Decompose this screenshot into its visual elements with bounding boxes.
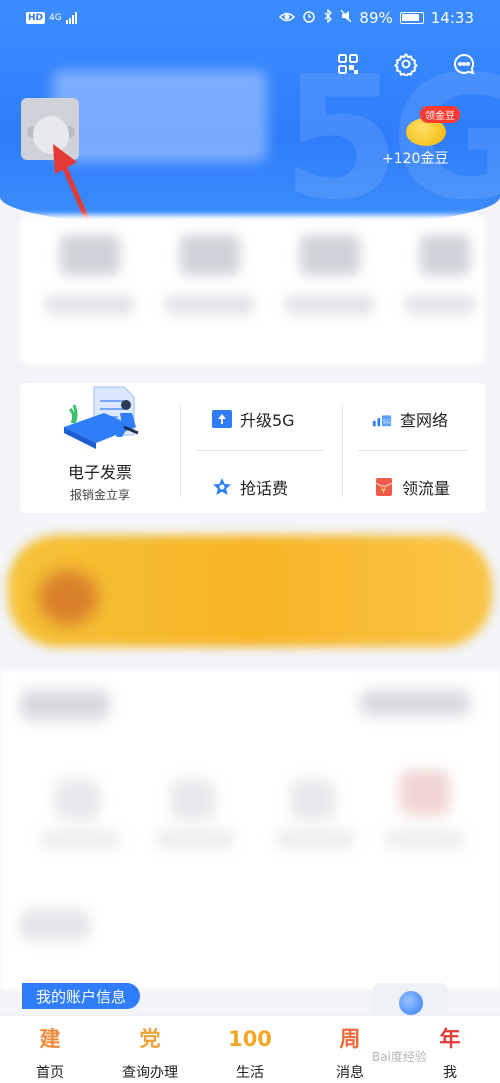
svg-text:¥: ¥ [381,486,386,495]
star-icon [212,477,232,497]
eye-icon [279,9,296,27]
battery-icon [399,12,424,24]
divider [358,450,468,451]
messages-tab-icon: 周 [339,1026,361,1051]
divider [196,450,324,451]
bluetooth-icon [323,8,333,27]
menu-item-label: 抢话费 [240,479,289,498]
header-actions [334,50,478,78]
mute-icon [340,9,352,27]
divider [180,405,181,497]
assistant-icon [399,991,423,1015]
gold-bean-badge: 领金豆 [420,106,460,123]
qr-code-icon[interactable] [334,50,362,78]
hd-badge: HD [26,12,46,24]
tab-label: 查询办理 [122,1065,178,1081]
divider [342,405,343,497]
menu-item-label: 领流量 [402,479,451,498]
menu-item-check-network[interactable]: 5G 查网络 [372,407,448,431]
message-bubble-icon[interactable] [450,50,478,78]
tab-label: 首页 [36,1065,64,1081]
network-icon: 5G [372,409,392,429]
svg-text:5G: 5G [383,420,391,426]
menu-item-label: 升级5G [240,411,295,430]
promo-banner-image [38,570,98,625]
menu-item-label: 查网络 [400,411,449,430]
alarm-icon [302,9,316,27]
home-tab-icon: 建 [39,1026,61,1051]
signal-icon [65,12,77,24]
tab-label: 生活 [236,1065,264,1081]
quick-menu-card: 电子发票 报销金立享 升级5G 5G 查网络 抢话费 ¥ 领流量 [20,383,485,513]
invoice-illustration-icon [64,383,160,453]
upgrade-icon [212,409,232,429]
menu-item-grab-credit[interactable]: 抢话费 [212,475,288,499]
me-tab-icon: 年 [439,1026,461,1051]
invoice-subtitle: 报销金立享 [69,488,130,502]
menu-item-upgrade-5g[interactable]: 升级5G [212,407,295,431]
red-envelope-icon: ¥ [374,477,394,497]
tab-label: 我 [443,1065,457,1081]
status-bar: HD 4G 89% 14:33 [0,0,500,36]
tab-life[interactable]: 100 生活 [200,1016,300,1083]
battery-percent: 89% [359,9,393,27]
life-tab-icon: 100 [228,1027,272,1051]
tab-label: 消息 [336,1065,364,1081]
network-type: 4G [49,12,62,23]
account-info-tab[interactable]: 我的账户信息 [22,983,141,1009]
tab-home[interactable]: 建 首页 [0,1016,100,1083]
menu-item-get-data[interactable]: ¥ 领流量 [374,475,450,499]
clock: 14:33 [430,9,474,27]
gold-bean-amount: +120金豆 [382,151,449,167]
invoice-title[interactable]: 电子发票 [20,459,180,483]
watermark-text: Bai度经验 [372,1050,427,1064]
query-tab-icon: 党 [139,1026,161,1051]
tab-query[interactable]: 党 查询办理 [100,1016,200,1083]
settings-gear-icon[interactable] [392,50,420,78]
